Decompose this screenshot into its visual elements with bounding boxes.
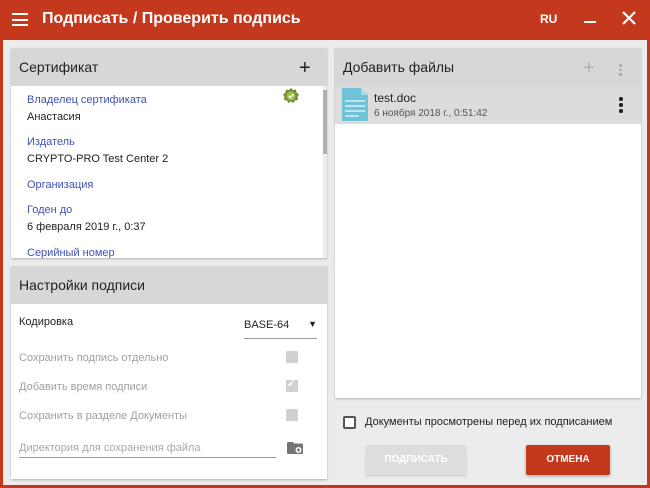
add-signing-time-label: Добавить время подписи: [19, 381, 148, 393]
file-name: test.doc: [374, 91, 417, 105]
add-files-card: Добавить файлы + test.doc 6 ноября 2018 …: [335, 48, 641, 398]
save-in-documents-checkbox[interactable]: [286, 409, 298, 421]
encoding-label: Кодировка: [19, 316, 74, 328]
certificate-title: Сертификат: [19, 59, 99, 75]
save-directory-input[interactable]: [19, 438, 276, 458]
documents-reviewed-checkbox[interactable]: [343, 416, 356, 429]
documents-reviewed-label: Документы просмотрены перед их подписани…: [365, 416, 613, 428]
organization-label: Организация: [27, 179, 94, 191]
sign-button[interactable]: ПОДПИСАТЬ: [366, 445, 466, 475]
add-certificate-button[interactable]: +: [299, 58, 311, 78]
file-more-options-icon[interactable]: [619, 97, 623, 113]
scrollbar-thumb[interactable]: [323, 90, 327, 154]
files-more-icon[interactable]: [619, 64, 623, 76]
files-header: Добавить файлы +: [335, 48, 641, 86]
valid-certificate-badge-icon: [283, 88, 299, 104]
certificate-scrollbar[interactable]: [323, 86, 327, 258]
issuer-value: CRYPTO-PRO Test Center 2: [27, 153, 169, 165]
save-separately-label: Сохранить подпись отдельно: [19, 352, 169, 364]
signature-settings-card: Настройки подписи Кодировка BASE-64 ▼ Со…: [11, 266, 327, 479]
file-list-item[interactable]: test.doc 6 ноября 2018 г., 0:51:42: [335, 86, 641, 124]
title-bar: Подписать / Проверить подпись RU: [0, 0, 650, 40]
hamburger-menu-icon[interactable]: [12, 13, 28, 26]
certificate-card: Сертификат + Владелец сертификата Анаста…: [11, 48, 327, 258]
add-file-button[interactable]: +: [583, 58, 595, 78]
files-title: Добавить файлы: [343, 59, 455, 75]
dropdown-arrow-icon: ▼: [308, 319, 317, 329]
add-signing-time-checkbox[interactable]: ✓: [286, 379, 298, 392]
valid-until-label: Годен до: [27, 204, 73, 216]
close-icon[interactable]: [619, 8, 639, 28]
certificate-details: Владелец сертификата Анастасия Издатель …: [11, 86, 327, 258]
doc-file-icon: [342, 88, 368, 121]
save-separately-checkbox[interactable]: [286, 351, 298, 363]
owner-value: Анастасия: [27, 111, 81, 123]
minimize-icon[interactable]: [580, 9, 600, 29]
settings-header: Настройки подписи: [11, 266, 327, 304]
encoding-value: BASE-64: [244, 319, 290, 331]
app-title: Подписать / Проверить подпись: [42, 10, 301, 27]
save-in-documents-label: Сохранить в разделе Документы: [19, 410, 187, 422]
issuer-label: Издатель: [27, 136, 75, 148]
folder-browse-icon[interactable]: [287, 441, 304, 455]
valid-until-value: 6 февраля 2019 г., 0:37: [27, 221, 146, 233]
file-date: 6 ноября 2018 г., 0:51:42: [374, 108, 488, 119]
certificate-header: Сертификат +: [11, 48, 327, 86]
language-selector[interactable]: RU: [540, 12, 557, 26]
settings-title: Настройки подписи: [19, 277, 145, 293]
main-content: Сертификат + Владелец сертификата Анаста…: [3, 40, 647, 485]
encoding-select[interactable]: BASE-64 ▼: [244, 319, 317, 339]
owner-label: Владелец сертификата: [27, 94, 147, 106]
checkmark-icon: ✓: [287, 379, 296, 390]
serial-number-label: Серийный номер: [27, 247, 115, 258]
cancel-button[interactable]: ОТМЕНА: [526, 445, 610, 475]
